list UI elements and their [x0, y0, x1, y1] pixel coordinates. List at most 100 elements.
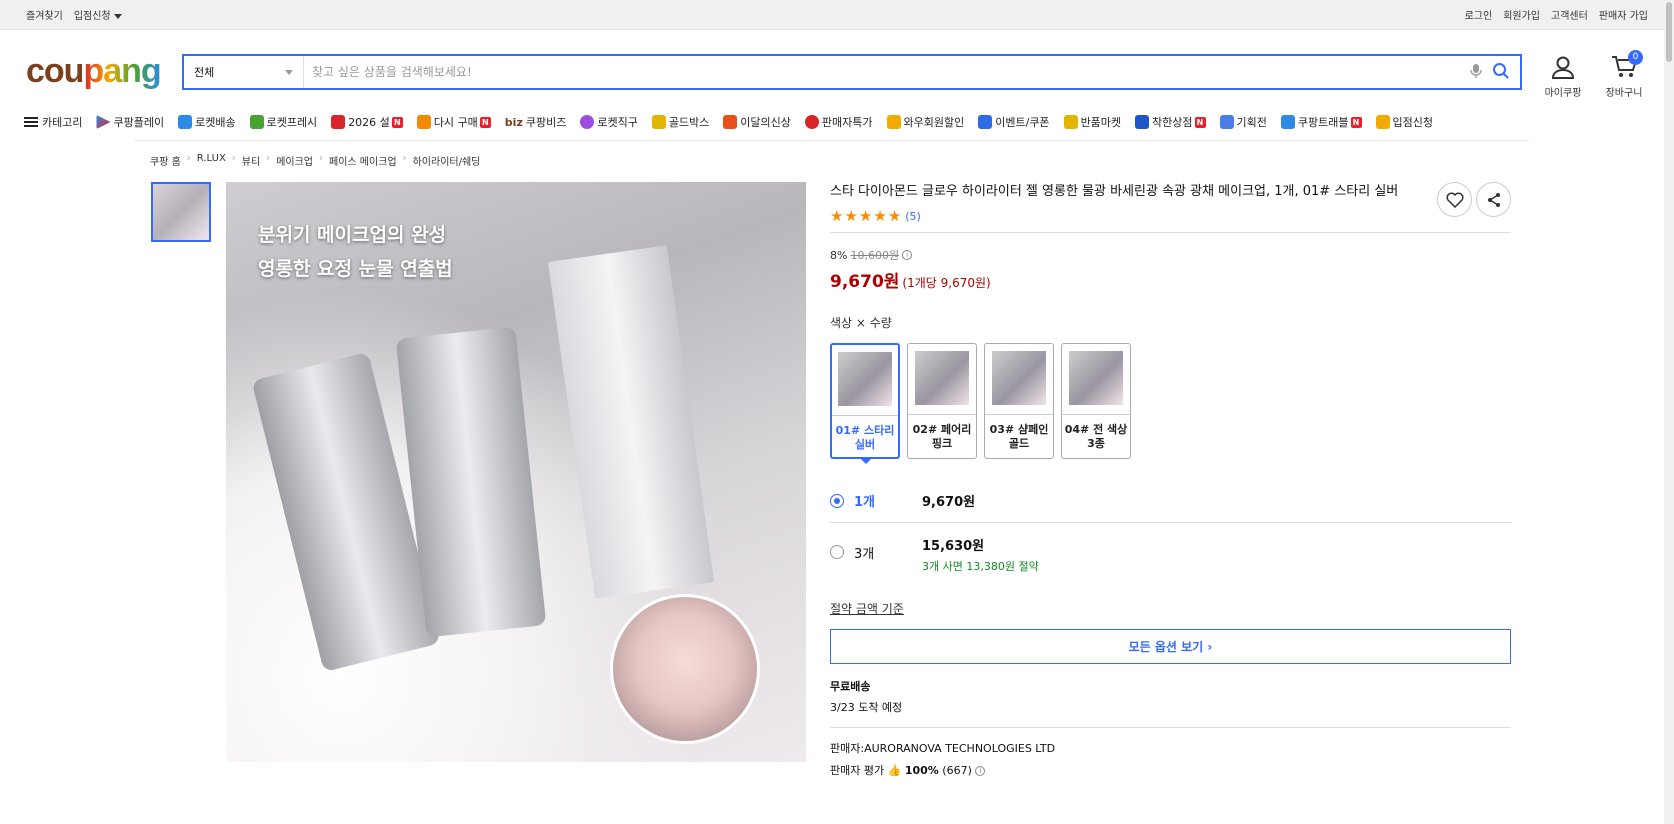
option-name: 01# 스타리 실버 [832, 415, 898, 452]
nav-rebuy[interactable]: 다시 구매 N [416, 114, 491, 130]
seller-name[interactable]: 판매자:AURORANOVA TECHNOLOGIES LTD [830, 740, 1511, 756]
nav-label: 판매자특가 [821, 116, 873, 129]
mycoupang-button[interactable]: 마이쿠팡 [1538, 54, 1588, 99]
bookmark-link[interactable]: 즐겨찾기 [26, 7, 63, 22]
search-category-select[interactable]: 전체 [184, 56, 304, 88]
breadcrumb-item[interactable]: 하이라이터/쉐딩 [413, 153, 481, 168]
nav-exhibition[interactable]: 기획전 [1219, 114, 1267, 130]
color-option-01[interactable]: 01# 스타리 실버 [830, 343, 900, 464]
new-badge-icon: N [391, 116, 403, 128]
image-caption-line2: 영롱한 요정 눈물 연출법 [258, 258, 453, 280]
nav-event-coupon[interactable]: 이벤트/쿠폰 [978, 114, 1050, 130]
nav-seller-deals[interactable]: 판매자특가 [804, 114, 873, 130]
nav-category-label: 카테고리 [42, 116, 83, 129]
nav-label: 기획전 [1236, 116, 1267, 129]
product-info: 스타 다이아몬드 글로우 하이라이터 젤 영롱한 물광 바세린광 속광 광채 메… [830, 182, 1511, 784]
share-icon [1487, 192, 1500, 207]
nav-label: 골드박스 [668, 116, 710, 129]
nav-label: 쿠팡플레이 [113, 116, 165, 129]
search-icon[interactable] [1492, 62, 1510, 83]
option-label: 색상 × 수량 [830, 316, 892, 330]
color-option-02[interactable]: 02# 페어리 핑크 [907, 343, 977, 459]
price-row: 9,670원 (1개당 9,670원) [830, 267, 1511, 292]
breadcrumb: 쿠팡 홈 › R.LUX › 뷰티 › 메이크업 › 페이스 메이크업 › 하이라이터/쉐… [150, 153, 480, 168]
nav-wow-discount[interactable]: 와우회원할인 [886, 114, 964, 130]
rating[interactable]: ★ ★ ★ ★ ★ (5) [830, 209, 1511, 224]
review-count[interactable]: (5) [905, 210, 921, 223]
breadcrumb-item[interactable]: 메이크업 [276, 153, 313, 168]
star-icon: ★ [844, 207, 858, 225]
wishlist-button[interactable] [1437, 182, 1472, 217]
nav-return-market[interactable]: 반품마켓 [1063, 114, 1122, 130]
nav-goldbox[interactable]: 골드박스 [651, 114, 710, 130]
model-face-image [610, 594, 760, 744]
nav-rocket-global[interactable]: 로켓직구 [580, 114, 638, 130]
new-badge-icon: N [479, 116, 491, 128]
savings-basis-link[interactable]: 절약 금액 기준 [830, 600, 1511, 617]
info-icon[interactable]: i [975, 766, 986, 776]
product-main-image[interactable]: 분위기 메이크업의 완성 영롱한 요정 눈물 연출법 [226, 182, 806, 762]
nav-travel[interactable]: 쿠팡트래블 N [1280, 114, 1362, 130]
nav-category[interactable]: 카테고리 [24, 114, 82, 130]
star-icon: ★ [858, 207, 873, 225]
breadcrumb-item[interactable]: R.LUX [197, 153, 226, 168]
wow-icon [886, 115, 901, 129]
quantity-options: 1개 9,670원 3개 15,630원 3개 사면 13,380원 절약 [830, 479, 1511, 586]
radio-selected-icon[interactable] [830, 494, 844, 508]
nav-label: 다시 구매 [433, 116, 478, 129]
nav-rocket-fresh[interactable]: 로켓프레시 [249, 114, 317, 130]
nav-label: 반품마켓 [1080, 116, 1122, 129]
shipping-info: 무료배송 3/23 도착 예정 [830, 678, 1511, 715]
nav-new-arrivals[interactable]: 이달의신상 [723, 114, 791, 130]
share-button[interactable] [1476, 182, 1511, 217]
option-image [992, 351, 1046, 405]
microphone-icon[interactable] [1470, 63, 1482, 82]
divider [830, 232, 1511, 233]
option-name: 03# 샴페인 골드 [985, 414, 1053, 451]
unit-price: (1개당 9,670원) [902, 276, 991, 290]
nav-divider [134, 140, 1529, 141]
breadcrumb-item[interactable]: 쿠팡 홈 [150, 153, 181, 168]
coupang-logo[interactable]: coupang [26, 52, 162, 91]
view-all-options-button[interactable]: 모든 옵션 보기 › [830, 629, 1511, 664]
nav-biz[interactable]: biz 쿠팡비즈 [505, 114, 567, 130]
nav-coupangplay[interactable]: 쿠팡플레이 [96, 114, 164, 130]
product-thumbnail[interactable] [151, 182, 211, 242]
image-caption-line1: 분위기 메이크업의 완성 [258, 224, 447, 246]
quantity-option-1[interactable]: 1개 9,670원 [830, 479, 1511, 523]
radio-unselected-icon[interactable] [830, 545, 844, 559]
color-options: 01# 스타리 실버 02# 페어리 핑크 03# 샴페인 골드 04# 전 색… [830, 343, 1511, 464]
discount-row: 8% 10,600원 i [830, 247, 1511, 263]
page-scrollbar[interactable] [1664, 0, 1674, 824]
chevron-down-icon [113, 13, 122, 19]
search-input[interactable] [304, 65, 1470, 79]
breadcrumb-item[interactable]: 페이스 메이크업 [329, 153, 397, 168]
nav-seollal[interactable]: 2026 설N [331, 114, 403, 130]
signup-link[interactable]: 회원가입 [1503, 7, 1540, 22]
house-icon [416, 115, 431, 129]
chevron-down-icon [285, 69, 293, 75]
nav-rocket[interactable]: 로켓배송 [178, 114, 236, 130]
scrollbar-thumb[interactable] [1666, 2, 1672, 62]
quantity-savings: 3개 사면 13,380원 절약 [922, 560, 1039, 573]
color-option-04[interactable]: 04# 전 색상 3종 [1061, 343, 1131, 459]
store-apply-link[interactable]: 입점신청 [74, 7, 122, 22]
info-icon[interactable]: i [902, 250, 913, 260]
seller-rating-label: 판매자 평가 [830, 764, 885, 777]
quantity-price: 9,670원 [922, 495, 976, 510]
seller-rating: 판매자 평가 👍 100% (667) i [830, 762, 1511, 778]
search-category-label: 전체 [194, 66, 215, 79]
nav-label: 로켓직구 [597, 116, 638, 129]
breadcrumb-item[interactable]: 뷰티 [242, 153, 260, 168]
quantity-option-3[interactable]: 3개 15,630원 3개 사면 13,380원 절약 [830, 523, 1511, 586]
login-link[interactable]: 로그인 [1465, 7, 1493, 22]
shopping-bag-icon [723, 115, 738, 129]
rocket-fresh-icon [249, 115, 264, 129]
nav-good-store[interactable]: 착한상점 N [1135, 114, 1206, 130]
new-badge-icon: N [1194, 116, 1206, 128]
seller-signup-link[interactable]: 판매자 가입 [1599, 7, 1648, 22]
cart-button[interactable]: 장바구니 0 [1599, 50, 1649, 99]
nav-store-apply[interactable]: 입점신청 [1375, 114, 1433, 130]
customer-center-link[interactable]: 고객센터 [1551, 7, 1588, 22]
color-option-03[interactable]: 03# 샴페인 골드 [984, 343, 1054, 459]
